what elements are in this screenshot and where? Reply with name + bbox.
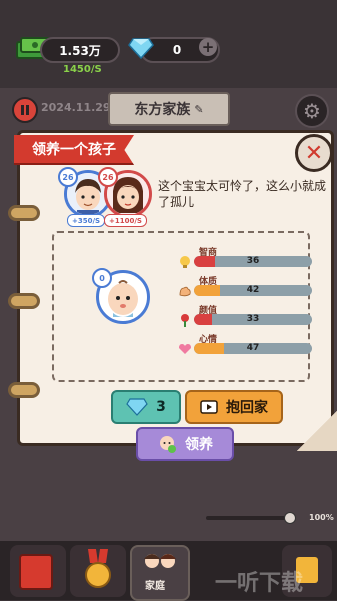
family-name: 东方家族 [134,102,191,118]
money-counter: 1.53万 [40,37,120,63]
rose-icon [178,312,192,327]
muscle-icon [178,283,192,297]
tab-book[interactable] [10,545,66,597]
add-gems-button[interactable]: + [199,38,217,56]
father-level: 26 [58,167,78,187]
pause-button[interactable] [12,97,38,123]
binder-ring [8,382,40,398]
money-value: 1.53万 [59,43,101,58]
adopt-label: 领养 [185,437,213,453]
zoom-slider-knob[interactable] [284,512,296,524]
stat-bar-looks: 33 [194,314,312,325]
close-icon: ✕ [304,140,324,166]
dialog-title: 领养一个孩子 [14,135,134,165]
gem-cost-button[interactable]: 3 [111,390,181,424]
gem-value: 0 [172,43,182,57]
heart-icon [178,341,192,355]
zoom-slider[interactable] [206,516,294,520]
baby-level: 0 [92,268,112,288]
mother-rate: +1100/S [104,214,147,227]
stat-value-physique: 42 [246,285,260,295]
zoom-percent: 100% [309,513,334,522]
diamond-icon [126,398,148,416]
stat-value-iq: 36 [246,256,260,266]
settings-button[interactable]: ⚙ [295,94,329,128]
tab-medal[interactable] [70,545,126,597]
book-icon [19,554,53,590]
stat-bar-iq: 36 [194,256,312,267]
medal-icon [85,549,111,588]
stat-value-looks: 33 [246,314,260,324]
gem-cost-label: 3 [156,399,166,415]
game-date: 2024.11.29 [41,101,111,114]
take-home-button[interactable]: 抱回家 [185,390,283,424]
edit-icon: ✎ [194,102,204,116]
family-icon [144,554,176,568]
close-button[interactable]: ✕ [295,134,333,172]
family-name-tag[interactable]: 东方家族 ✎ [108,92,230,126]
stat-bar-physique: 42 [194,285,312,296]
take-home-label: 抱回家 [226,400,268,416]
money-rate: 1450/S [63,64,102,75]
tab-family[interactable] [130,545,190,601]
adopt-button[interactable]: 领养 [136,427,234,461]
watermark: 一听下载 [215,571,304,596]
stat-bar-mood: 47 [194,343,312,354]
baby-icon [160,436,176,453]
mother-level: 26 [98,167,118,187]
video-icon [200,400,218,414]
tab-family-label: 家庭 [145,581,165,592]
father-rate: +350/S [67,214,106,227]
dialog-message: 这个宝宝太可怜了，这么小就成了孤儿 [158,179,327,209]
gear-icon: ⚙ [303,99,321,123]
diamond-icon [128,38,154,59]
stat-value-mood: 47 [246,343,260,353]
binder-ring [8,205,40,221]
binder-ring [8,293,40,309]
add-gems-label: + [201,38,215,56]
bulb-icon [178,254,192,268]
